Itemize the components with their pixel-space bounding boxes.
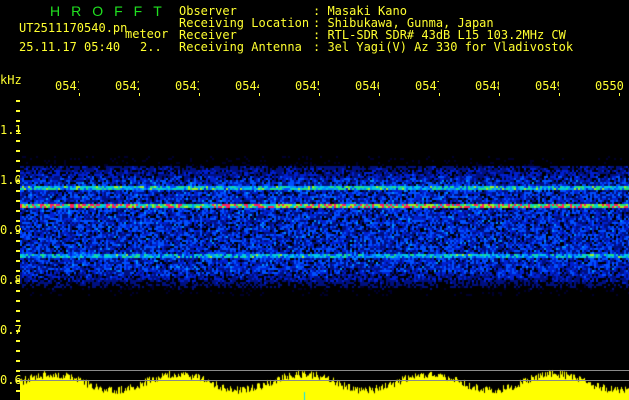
spectrogram (20, 96, 629, 400)
y-unit-label: kHz (0, 73, 22, 87)
time-label: 0543 (175, 80, 199, 92)
antenna-value: 3el Yagi(V) Az 330 for Vladivostok (327, 40, 574, 54)
file-name: UT2511170540.pn (19, 21, 128, 35)
time-label: 0545 (295, 80, 319, 92)
level-line-upper (20, 370, 629, 371)
mode-label: meteor (125, 27, 169, 41)
time-label: 0549 (535, 80, 559, 92)
level-line-lower (20, 380, 629, 381)
app-title: HROFFT (50, 3, 173, 19)
time-label: 0547 (415, 80, 439, 92)
datetime: 25.11.17 05:40 (19, 40, 121, 54)
count: 2.. (140, 40, 162, 54)
time-label: 0550 (595, 80, 624, 92)
time-label: 0542 (115, 80, 139, 92)
time-label: 0548 (475, 80, 499, 92)
antenna-label: Receiving Antenna (179, 40, 302, 54)
time-label: 0546 (355, 80, 379, 92)
time-label: 0544 (235, 80, 259, 92)
time-label: 0541 (55, 80, 79, 92)
